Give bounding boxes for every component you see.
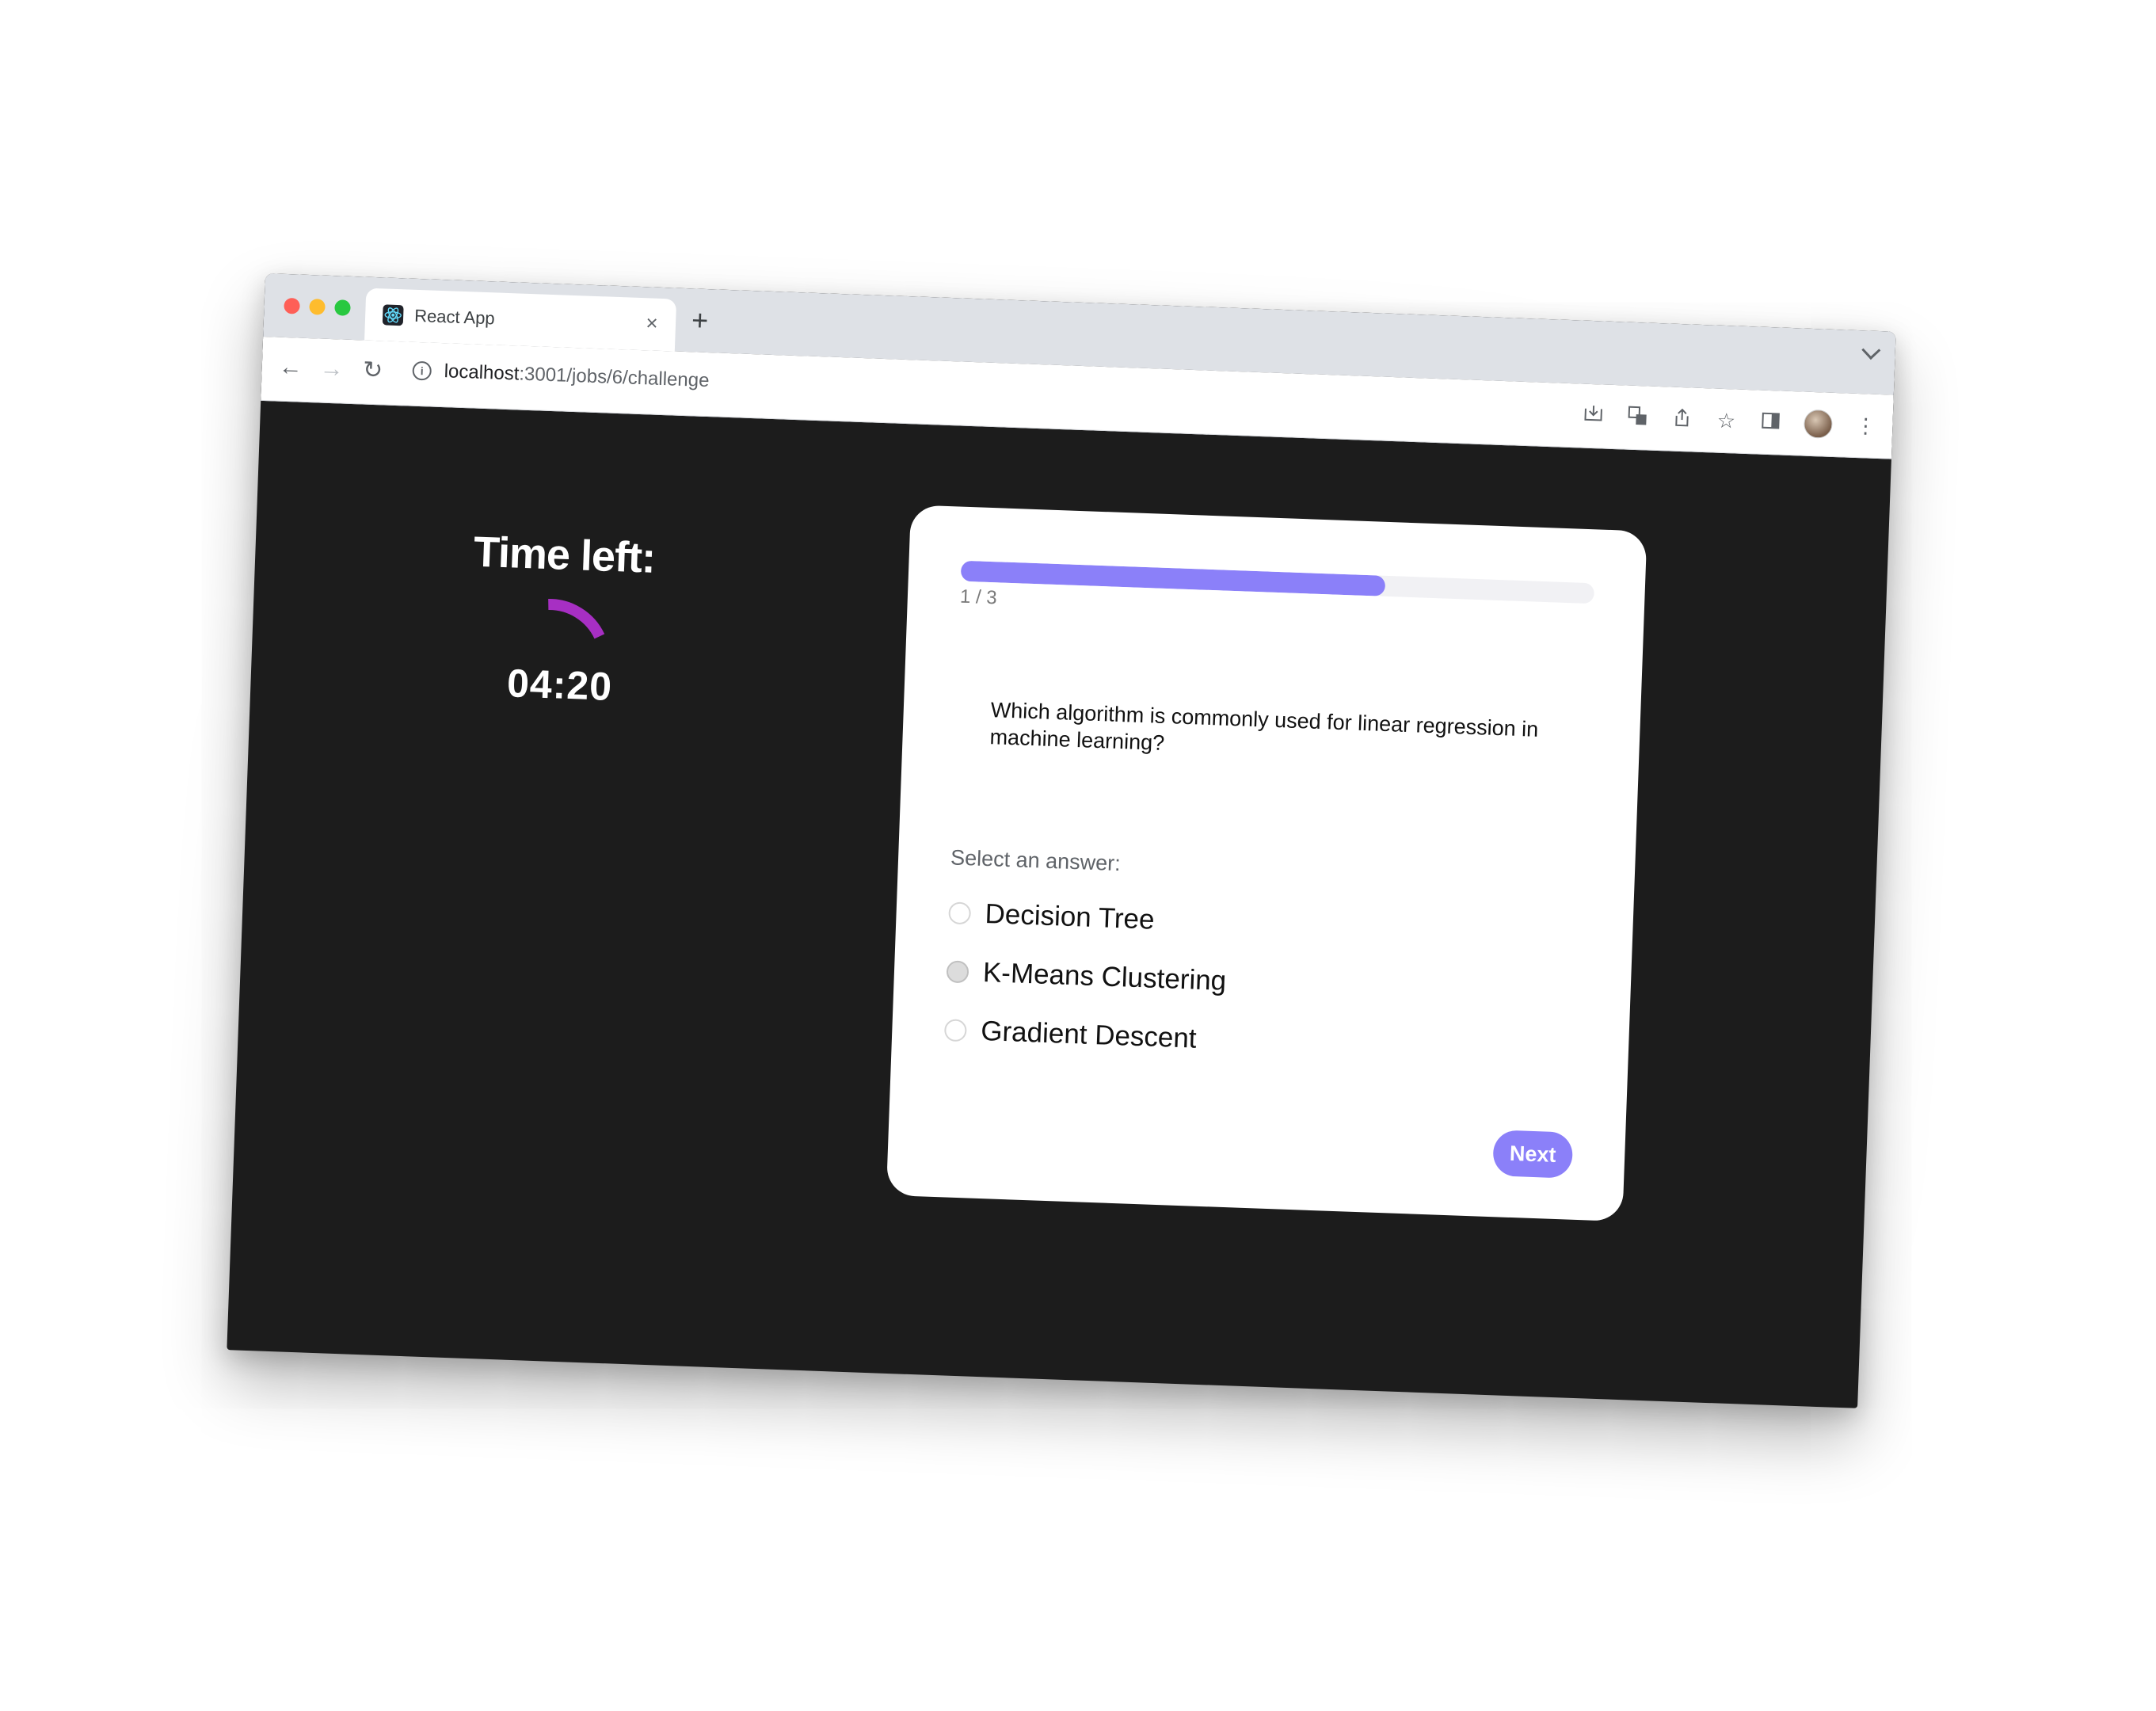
timer-panel: Time left: 04:20 (432, 526, 692, 712)
answer-options: Decision Tree K-Means Clustering Gradien… (943, 883, 1551, 1080)
radio-button[interactable] (948, 901, 972, 925)
site-info-icon[interactable]: i (412, 360, 432, 381)
next-button[interactable]: Next (1492, 1130, 1574, 1179)
answer-label: K-Means Clustering (982, 956, 1227, 996)
toolbar-icons: ☆ ⋮ (1582, 400, 1877, 442)
close-tab-icon[interactable]: × (641, 311, 664, 336)
radio-button[interactable] (943, 1019, 967, 1042)
browser-window: React App × + ← → ↻ i localhost:3001/job… (227, 273, 1896, 1408)
answer-label: Gradient Descent (980, 1015, 1198, 1054)
profile-avatar[interactable] (1803, 409, 1834, 439)
timer-arc (548, 599, 605, 639)
share-icon[interactable] (1670, 406, 1693, 432)
back-arrow-icon[interactable]: ← (276, 353, 305, 383)
react-logo-icon (382, 304, 404, 326)
forward-arrow-icon[interactable]: → (317, 354, 346, 383)
progress-label: 1 / 3 (959, 585, 998, 609)
progress-fill (960, 560, 1386, 596)
address-bar[interactable]: localhost:3001/jobs/6/challenge (444, 360, 710, 392)
timer-value: 04:20 (506, 661, 614, 709)
url-host: localhost (444, 360, 520, 385)
progress-bar (960, 560, 1595, 604)
minimize-window-button[interactable] (309, 299, 326, 315)
question-text: Which algorithm is commonly used for lin… (989, 698, 1539, 755)
reload-icon[interactable]: ↻ (358, 356, 387, 385)
select-answer-label: Select an answer: (950, 845, 1122, 876)
tab-title: React App (413, 305, 496, 329)
translate-icon[interactable] (1626, 405, 1649, 430)
url-path: :3001/jobs/6/challenge (518, 363, 710, 392)
screenshot-stage: React App × + ← → ↻ i localhost:3001/job… (0, 0, 2156, 1711)
more-menu-icon[interactable]: ⋮ (1854, 413, 1877, 438)
question-card: 1 / 3 Which algorithm is commonly used f… (886, 505, 1647, 1222)
new-tab-button[interactable]: + (691, 303, 709, 337)
page-content: Time left: 04:20 1 / 3 Which algorithm i… (227, 401, 1891, 1408)
radio-button[interactable] (946, 960, 969, 984)
answer-label: Decision Tree (984, 898, 1156, 936)
maximize-window-button[interactable] (334, 299, 351, 316)
close-window-button[interactable] (284, 297, 300, 314)
timer-title: Time left: (472, 528, 657, 582)
bookmark-star-icon[interactable]: ☆ (1715, 409, 1738, 433)
side-panel-icon[interactable] (1759, 410, 1782, 434)
install-icon[interactable] (1582, 403, 1605, 429)
